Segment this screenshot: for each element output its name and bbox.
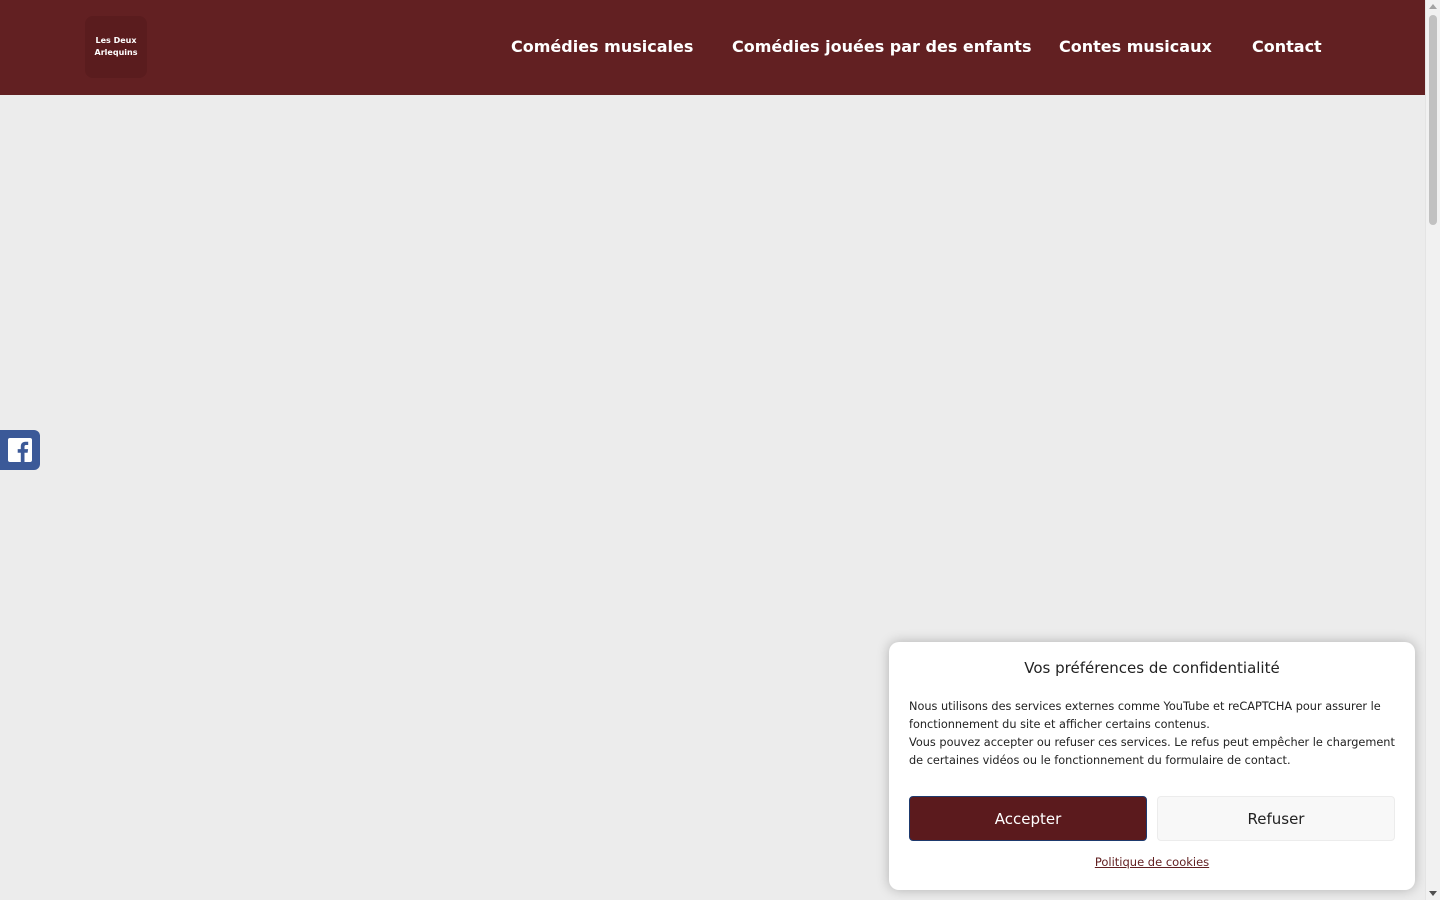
site-logo[interactable]: Les Deux Arlequins — [85, 16, 147, 78]
cookie-title: Vos préférences de confidentialité — [1024, 659, 1280, 677]
page-scrollbar[interactable] — [1425, 0, 1440, 900]
scroll-up-icon[interactable] — [1429, 4, 1437, 9]
logo-line-1: Les Deux — [95, 36, 137, 45]
scroll-down-icon[interactable] — [1429, 891, 1437, 896]
cookie-message: Nous utilisons des services externes com… — [909, 698, 1395, 770]
logo-line-2: Arlequins — [94, 48, 138, 57]
nav-comedies-musicales[interactable]: Comédies musicales — [511, 36, 693, 58]
scroll-thumb[interactable] — [1429, 15, 1437, 225]
facebook-icon — [8, 438, 32, 462]
cookie-consent-banner: Vos préférences de confidentialité Nous … — [889, 642, 1415, 890]
facebook-button[interactable] — [0, 430, 40, 470]
nav-contes-musicaux[interactable]: Contes musicaux — [1059, 36, 1212, 58]
refuse-button[interactable]: Refuser — [1157, 796, 1395, 841]
cookie-policy-link[interactable]: Politique de cookies — [889, 855, 1415, 869]
accept-button[interactable]: Accepter — [909, 796, 1147, 841]
nav-comedies-enfants[interactable]: Comédies jouées par des enfants — [732, 36, 1031, 58]
cookie-paragraph-2: Vous pouvez accepter ou refuser ces serv… — [909, 736, 1395, 767]
nav-contact[interactable]: Contact — [1252, 36, 1322, 58]
site-header: Les Deux Arlequins Comédies musicales Co… — [0, 0, 1425, 95]
cookie-paragraph-1: Nous utilisons des services externes com… — [909, 700, 1381, 731]
